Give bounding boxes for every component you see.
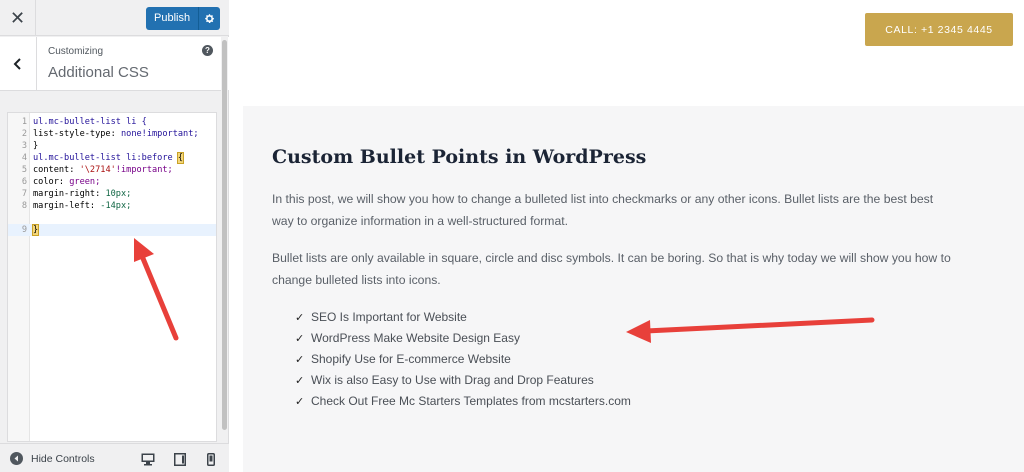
code-line: 5 content: '\2714'!important; [8, 164, 216, 176]
sidebar-scrollbar-thumb[interactable] [222, 40, 227, 430]
publish-button[interactable]: Publish [146, 7, 198, 30]
breadcrumb: Customizing [48, 46, 104, 57]
collapse-icon [10, 452, 23, 465]
checkmark-list: ✓ SEO Is Important for Website ✓ WordPress… [295, 307, 631, 412]
chevron-left-icon [13, 58, 21, 70]
line-number: 5 [21, 165, 27, 175]
code-line: 7 margin-right: 10px; [8, 188, 216, 200]
section-header: Customizing Additional CSS ? [0, 37, 229, 91]
css-string: '\2714' [79, 165, 116, 175]
paragraph-line: change bulleted lists into icons. [272, 273, 441, 287]
post-content: Custom Bullet Points in WordPress In thi… [243, 106, 1024, 472]
paragraph-line: way to organize information in a well-st… [272, 214, 569, 228]
hide-controls-button[interactable]: Hide Controls [10, 452, 95, 465]
css-brace: } [33, 141, 39, 151]
second-paragraph: Bullet lists are only available in squar… [272, 247, 997, 291]
gear-icon [205, 14, 215, 24]
close-button[interactable]: ✕ [0, 0, 36, 36]
css-property: margin-left: [33, 201, 101, 211]
code-line: 1 ul.mc-bullet-list li { [8, 116, 216, 128]
css-value: 10px; [105, 189, 132, 199]
tablet-icon [174, 452, 186, 466]
css-value: green; [69, 177, 101, 187]
css-property: content: [33, 165, 80, 175]
css-code-editor[interactable]: 1 ul.mc-bullet-list li { 2 list-style-ty… [7, 112, 217, 442]
list-item: ✓ Wix is also Easy to Use with Drag and D… [295, 370, 631, 391]
css-selector: ul.mc-bullet-list li:before [33, 153, 178, 163]
section-title: Additional CSS [48, 64, 149, 81]
css-selector: ul.mc-bullet-list li { [33, 117, 147, 127]
code-line: 2 list-style-type: none!important; [8, 128, 216, 140]
css-value: !important; [115, 165, 173, 175]
css-property: list-style-type: [33, 129, 121, 139]
paragraph-line: In this post, we will show you how to ch… [272, 192, 934, 206]
list-item: ✓ Check Out Free Mc Starters Templates fr… [295, 391, 631, 412]
list-item: ✓ SEO Is Important for Website [295, 307, 631, 328]
css-brace: { [176, 152, 185, 164]
checkmark-icon: ✓ [295, 395, 305, 408]
close-icon: ✕ [9, 7, 26, 29]
line-number: 8 [21, 201, 27, 211]
code-line: 6 color: green; [8, 176, 216, 188]
list-item-text: Shopify Use for E-commerce Website [311, 352, 511, 366]
line-number: 9 [21, 225, 27, 235]
mobile-icon [207, 452, 215, 466]
checkmark-icon: ✓ [295, 311, 305, 324]
help-icon[interactable]: ? [202, 45, 213, 56]
paragraph-line: Bullet lists are only available in squar… [272, 251, 951, 265]
mobile-preview-button[interactable] [204, 452, 218, 466]
back-button[interactable] [0, 37, 37, 91]
publish-settings-button[interactable] [198, 7, 220, 30]
list-item-text: Check Out Free Mc Starters Templates fro… [311, 394, 631, 408]
checkmark-icon: ✓ [295, 353, 305, 366]
line-number: 7 [21, 189, 27, 199]
code-line: 3 } [8, 140, 216, 152]
customizer-footer: Hide Controls [0, 443, 229, 472]
list-item-text: WordPress Make Website Design Easy [311, 331, 520, 345]
site-preview: CALL: +1 2345 4445 Custom Bullet Points … [229, 0, 1024, 472]
css-property: margin-right: [33, 189, 106, 199]
list-item: ✓ WordPress Make Website Design Easy [295, 328, 631, 349]
desktop-icon [141, 453, 155, 465]
line-number: 1 [21, 117, 27, 127]
tablet-preview-button[interactable] [173, 452, 187, 466]
checkmark-icon: ✓ [295, 332, 305, 345]
css-brace: } [31, 224, 40, 236]
code-line: 8 margin-left: -14px; [8, 200, 216, 212]
css-value: none!important; [120, 129, 199, 139]
css-value: -14px; [100, 201, 132, 211]
call-button[interactable]: CALL: +1 2345 4445 [865, 13, 1013, 46]
code-line: 4 ul.mc-bullet-list li:before { [8, 152, 216, 164]
customizer-header: ✕ Publish [0, 0, 229, 36]
desktop-preview-button[interactable] [141, 452, 155, 466]
hide-controls-label: Hide Controls [31, 452, 95, 465]
customizer-sidebar: ✕ Publish Customizing Additional CSS ? 1… [0, 0, 229, 472]
line-number: 2 [21, 129, 27, 139]
list-item-text: Wix is also Easy to Use with Drag and Dr… [311, 373, 594, 387]
list-item: ✓ Shopify Use for E-commerce Website [295, 349, 631, 370]
intro-paragraph: In this post, we will show you how to ch… [272, 188, 997, 232]
line-number: 3 [21, 141, 27, 151]
list-item-text: SEO Is Important for Website [311, 310, 467, 324]
post-title: Custom Bullet Points in WordPress [272, 146, 647, 168]
publish-group: Publish [146, 7, 221, 30]
code-line-active: 9 } [8, 224, 216, 236]
css-property: color: [33, 177, 70, 187]
line-number: 6 [21, 177, 27, 187]
line-number: 4 [21, 153, 27, 163]
checkmark-icon: ✓ [295, 374, 305, 387]
